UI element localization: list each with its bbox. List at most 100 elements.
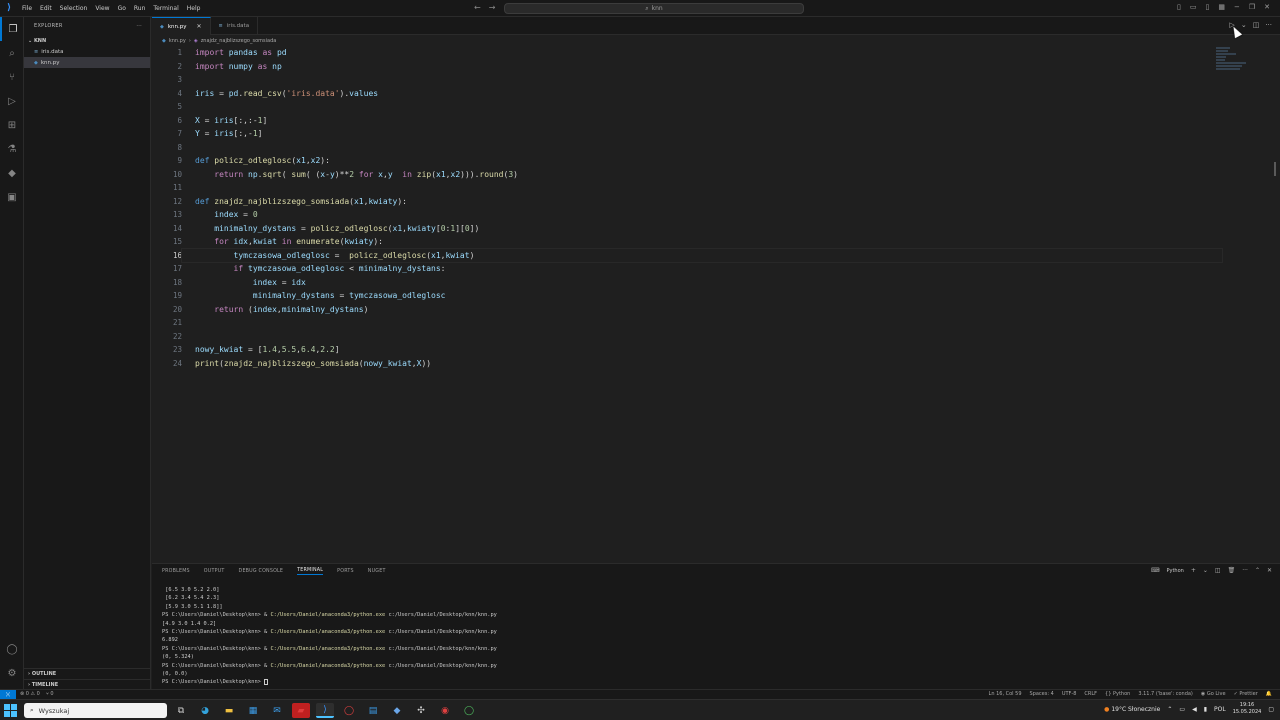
accounts-icon[interactable]: ◯ (0, 637, 24, 661)
menu-help[interactable]: Help (183, 5, 205, 12)
code-line[interactable]: 13 index = 0 (152, 208, 1222, 222)
mail-icon[interactable]: ✉ (268, 703, 286, 718)
code-line[interactable]: 21 (152, 316, 1222, 330)
code-line[interactable]: 6 X = iris[:,:-1] (152, 114, 1222, 128)
close-tab-icon[interactable]: ✕ (197, 23, 202, 30)
code-line[interactable]: 17 if tymczasowa_odleglosc < minimalny_d… (152, 262, 1222, 276)
breadcrumb-symbol[interactable]: znajdz_najblizszego_somsiada (201, 38, 277, 44)
cursor-position[interactable]: Ln 16, Col 59 (989, 691, 1022, 697)
line-ending[interactable]: CRLF (1084, 691, 1097, 697)
menu-run[interactable]: Run (130, 5, 150, 12)
search-view-icon[interactable]: ⌕ (0, 41, 24, 65)
minimize-icon[interactable]: − (1234, 3, 1240, 11)
menu-selection[interactable]: Selection (56, 5, 92, 12)
code-line[interactable]: 15 for idx,kwiat in enumerate(kwiaty): (152, 235, 1222, 249)
more-actions-icon[interactable]: ··· (1265, 21, 1272, 29)
code-editor[interactable]: 1 import pandas as pd 2 import numpy as np 3… (152, 46, 1223, 370)
taskbar-search[interactable]: ⌕ Wyszukaj (24, 703, 167, 718)
terminal-output[interactable]: [6.5 3.0 5.2 2.0] [6.2 3.4 5.4 2.3] [5.9… (162, 586, 497, 687)
menu-view[interactable]: View (91, 5, 113, 12)
restore-icon[interactable]: ❐ (1249, 3, 1255, 11)
app-icon[interactable]: ◆ (388, 703, 406, 718)
extensions-icon[interactable]: ⊞ (0, 113, 24, 137)
code-line[interactable]: 20 return (index,minimalny_dystans) (152, 303, 1222, 317)
code-line[interactable]: 8 (152, 141, 1222, 155)
chevron-up-icon[interactable]: ⌃ (1167, 706, 1172, 713)
tab-output[interactable]: OUTPUT (204, 569, 225, 574)
code-line[interactable]: 12 def znajdz_najblizszego_somsiada(x1,kw… (152, 195, 1222, 209)
code-line[interactable]: 7 Y = iris[:,-1] (152, 127, 1222, 141)
menu-file[interactable]: File (18, 5, 36, 12)
toggle-secondary-sidebar-icon[interactable]: ▯ (1205, 3, 1209, 11)
python-interpreter[interactable]: 3.11.7 ('base': conda) (1138, 691, 1193, 697)
code-line[interactable]: 10 return np.sqrt( sum( (x-y)**2 for x,y… (152, 168, 1222, 182)
app-icon[interactable]: ◯ (460, 703, 478, 718)
menu-terminal[interactable]: Terminal (149, 5, 182, 12)
notifications-icon[interactable]: ▢ (1268, 706, 1274, 713)
code-line[interactable]: 22 (152, 330, 1222, 344)
code-line[interactable]: 3 (152, 73, 1222, 87)
chevron-down-icon[interactable]: ⌄ (1203, 567, 1208, 574)
app-icon[interactable]: ▤ (364, 703, 382, 718)
tab-iris-data[interactable]: ≡ iris.data (211, 17, 259, 35)
menu-edit[interactable]: Edit (36, 5, 56, 12)
code-line[interactable]: 11 (152, 181, 1222, 195)
ports-indicator[interactable]: ⑂ 0 (46, 691, 54, 697)
encoding[interactable]: UTF-8 (1062, 691, 1077, 697)
tab-ports[interactable]: PORTS (337, 569, 354, 574)
edge-icon[interactable]: ◕ (196, 703, 214, 718)
notifications-bell-icon[interactable]: 🔔 (1266, 691, 1272, 697)
tab-nuget[interactable]: NUGET (368, 569, 386, 574)
volume-icon[interactable]: ◀ (1192, 706, 1197, 713)
code-line[interactable]: 1 import pandas as pd (152, 46, 1222, 60)
battery-icon[interactable]: ▮ (1204, 706, 1207, 713)
network-icon[interactable]: ▭ (1179, 706, 1185, 713)
code-line[interactable]: 5 (152, 100, 1222, 114)
code-line[interactable]: 4 iris = pd.read_csv('iris.data').values (152, 87, 1222, 101)
more-actions-icon[interactable]: ··· (136, 23, 142, 29)
windows-start-icon[interactable] (4, 704, 17, 717)
code-line[interactable]: 23 nowy_kwiat = [1.4,5.5,6.4,2.2] (152, 343, 1222, 357)
customize-layout-icon[interactable]: ▦ (1218, 3, 1225, 11)
go-live-button[interactable]: ◉ Go Live (1201, 691, 1226, 697)
menu-go[interactable]: Go (114, 5, 130, 12)
testing-icon[interactable]: ⚗ (0, 137, 24, 161)
tab-debug-console[interactable]: DEBUG CONSOLE (239, 569, 284, 574)
toggle-panel-icon[interactable]: ▭ (1190, 3, 1197, 11)
tab-terminal[interactable]: TERMINAL (297, 568, 324, 575)
new-terminal-icon[interactable]: + (1191, 567, 1196, 574)
file-iris-data[interactable]: ≡ iris.data (24, 46, 150, 57)
weather-widget[interactable]: ● 19°C Słonecznie (1104, 706, 1160, 713)
indentation[interactable]: Spaces: 4 (1030, 691, 1054, 697)
python-icon[interactable]: ◆ (0, 161, 24, 185)
code-line[interactable]: 18 index = idx (152, 276, 1222, 290)
clock[interactable]: 19:16 15.05.2024 (1233, 702, 1262, 716)
shell-label[interactable]: Python (1167, 568, 1184, 574)
folder-knn[interactable]: ⌄ KNN (24, 35, 150, 46)
trash-icon[interactable]: 🗑 (1228, 567, 1236, 574)
vscode-taskbar-icon[interactable]: ⟩ (316, 703, 334, 718)
chevron-down-icon[interactable]: ⌄ (1241, 21, 1247, 29)
prettier-button[interactable]: ✓ Prettier (1234, 691, 1258, 697)
code-line[interactable]: 2 import numpy as np (152, 60, 1222, 74)
forward-arrow-icon[interactable]: → (489, 3, 496, 12)
app-icon[interactable]: ✣ (412, 703, 430, 718)
more-actions-icon[interactable]: ··· (1242, 567, 1248, 574)
remote-explorer-icon[interactable]: ▣ (0, 185, 24, 209)
close-window-icon[interactable]: ✕ (1264, 3, 1270, 11)
back-arrow-icon[interactable]: ← (474, 3, 481, 12)
outline-section[interactable]: › OUTLINE (24, 668, 151, 679)
split-editor-icon[interactable]: ◫ (1253, 21, 1260, 29)
problems-indicator[interactable]: ⊗ 0 ⚠ 0 (20, 691, 40, 697)
source-control-icon[interactable]: ⑂ (0, 65, 24, 89)
toggle-sidebar-icon[interactable]: ▯ (1177, 3, 1181, 11)
task-view-icon[interactable]: ⧉ (172, 703, 190, 718)
explorer-icon[interactable]: ❐ (0, 17, 24, 41)
manage-gear-icon[interactable]: ⚙ (0, 661, 24, 685)
store-icon[interactable]: ▦ (244, 703, 262, 718)
language-indicator[interactable]: POL (1214, 706, 1226, 713)
code-line[interactable]: 14 minimalny_dystans = policz_odleglosc(… (152, 222, 1222, 236)
file-explorer-icon[interactable]: ▬ (220, 703, 238, 718)
code-line[interactable]: 19 minimalny_dystans = tymczasowa_odlegl… (152, 289, 1222, 303)
chrome-icon[interactable]: ◉ (436, 703, 454, 718)
